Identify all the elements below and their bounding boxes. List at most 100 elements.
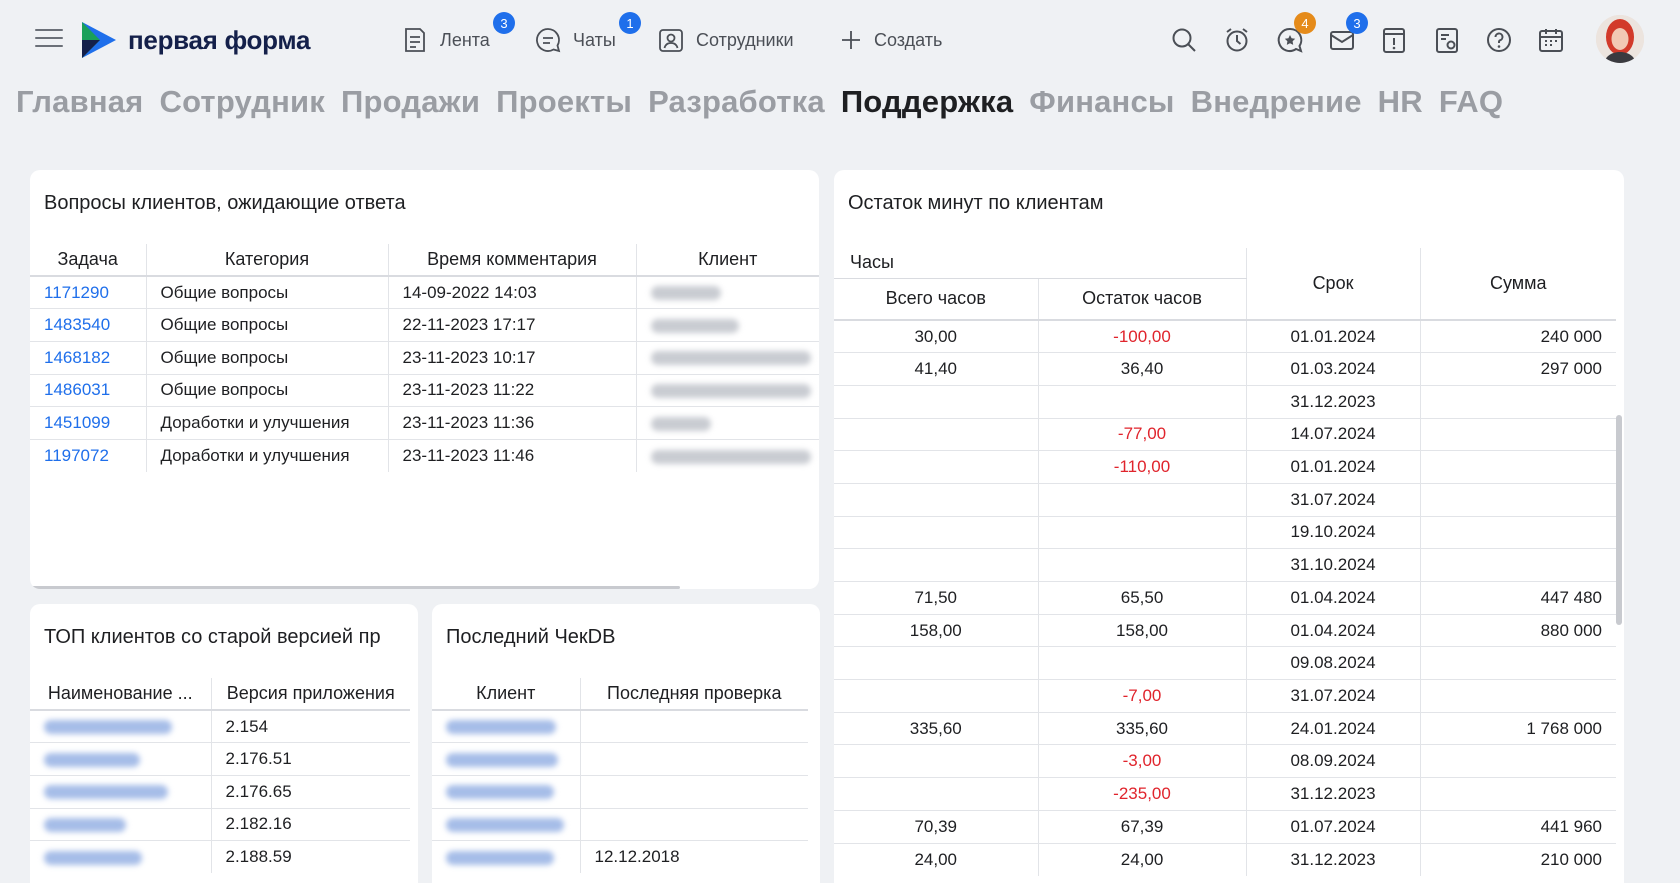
table-row[interactable]: -235,00 31.12.2023 xyxy=(834,777,1617,811)
table-row[interactable]: 2.188.59 xyxy=(30,840,410,874)
redacted-client-name[interactable] xyxy=(44,785,168,800)
task-link[interactable]: 1171290 xyxy=(30,275,147,309)
table-row[interactable]: 31.10.2024 xyxy=(834,548,1617,582)
table-row[interactable]: 2.176.51 xyxy=(30,742,410,776)
notifications-button[interactable]: 3 xyxy=(1324,12,1368,58)
col-total-hours[interactable]: Всего часов xyxy=(834,278,1039,320)
table-row[interactable]: 2.182.16 xyxy=(30,807,410,841)
table-row[interactable]: 2.176.65 xyxy=(30,774,410,809)
col-due[interactable]: Срок xyxy=(1246,248,1421,320)
table-row[interactable] xyxy=(432,807,808,841)
task-link[interactable]: 1486031 xyxy=(30,373,147,407)
col-category[interactable]: Категория xyxy=(146,244,389,276)
redacted-client-name[interactable] xyxy=(446,752,558,767)
table-row[interactable]: 1468182 Общие вопросы 23-11-2023 10:17 xyxy=(30,340,819,375)
table-row[interactable]: 41,40 36,40 01.03.2024 297 000 xyxy=(834,352,1617,386)
table-row[interactable]: 30,00 -100,00 01.01.2024 240 000 xyxy=(834,319,1617,353)
table-row[interactable]: 1486031 Общие вопросы 23-11-2023 11:22 xyxy=(30,373,819,407)
horizontal-scrollbar[interactable] xyxy=(30,586,680,589)
help-button[interactable] xyxy=(1481,22,1517,58)
table-row[interactable]: -3,00 08.09.2024 xyxy=(834,744,1617,778)
task-id[interactable]: 1468182 xyxy=(44,348,110,367)
nav-feed[interactable]: Лента 3 xyxy=(400,12,515,58)
table-row[interactable] xyxy=(432,774,808,809)
favorites-button[interactable]: 4 xyxy=(1272,12,1316,58)
table-row[interactable]: 335,60 335,60 24.01.2024 1 768 000 xyxy=(834,711,1617,745)
task-id[interactable]: 1197072 xyxy=(44,446,109,465)
table-row[interactable]: 71,50 65,50 01.04.2024 447 480 xyxy=(834,581,1617,615)
table-row[interactable]: 158,00 158,00 01.04.2024 880 000 xyxy=(834,613,1617,647)
avatar[interactable] xyxy=(1596,15,1644,63)
col-sum[interactable]: Сумма xyxy=(1420,248,1616,320)
tab-development[interactable]: Разработка xyxy=(648,84,825,132)
task-id[interactable]: 1171290 xyxy=(44,283,109,302)
tab-faq[interactable]: FAQ xyxy=(1439,84,1503,132)
tab-support[interactable]: Поддержка xyxy=(841,84,1013,132)
table-row[interactable]: -7,00 31.07.2024 xyxy=(834,679,1617,713)
task-link[interactable]: 1483540 xyxy=(30,308,147,342)
nav-chats[interactable]: Чаты 1 xyxy=(533,12,641,58)
tab-employee[interactable]: Сотрудник xyxy=(159,84,325,132)
table-row[interactable]: 70,39 67,39 01.07.2024 441 960 xyxy=(834,809,1617,843)
redacted-client-name[interactable] xyxy=(446,850,554,865)
table-row[interactable]: 1483540 Общие вопросы 22-11-2023 17:17 xyxy=(30,308,819,342)
redacted-client-name[interactable] xyxy=(446,817,564,832)
category-cell: Общие вопросы xyxy=(146,373,389,407)
task-link[interactable]: 1451099 xyxy=(30,406,147,440)
table-row[interactable]: 1171290 Общие вопросы 14-09-2022 14:03 xyxy=(30,275,819,309)
task-id[interactable]: 1483540 xyxy=(44,315,110,334)
table-row[interactable]: 12.12.2018 xyxy=(432,840,808,874)
redacted-client-name[interactable] xyxy=(446,720,556,735)
table-row[interactable]: 1197072 Доработки и улучшения 23-11-2023 1… xyxy=(30,438,819,473)
nav-employees[interactable]: Сотрудники xyxy=(656,22,794,58)
tab-finance[interactable]: Финансы xyxy=(1029,84,1174,132)
menu-icon[interactable] xyxy=(35,27,63,49)
nav-create[interactable]: Создать xyxy=(838,22,942,58)
logo[interactable]: первая форма xyxy=(80,18,310,62)
tab-sales[interactable]: Продажи xyxy=(341,84,480,132)
total-hours-cell: 30,00 xyxy=(834,319,1039,353)
task-link[interactable]: 1197072 xyxy=(30,438,147,473)
tab-main[interactable]: Главная xyxy=(16,84,143,132)
task-id[interactable]: 1451099 xyxy=(44,413,110,432)
reminders-button[interactable] xyxy=(1219,22,1255,58)
col-comment-time[interactable]: Время комментария xyxy=(388,244,637,276)
tab-hr[interactable]: HR xyxy=(1378,84,1423,132)
feed-badge: 3 xyxy=(493,12,515,34)
table-row[interactable]: 19.10.2024 xyxy=(834,515,1617,549)
tab-projects[interactable]: Проекты xyxy=(496,84,632,132)
task-link[interactable]: 1468182 xyxy=(30,340,147,375)
remaining-hours-cell xyxy=(1038,515,1247,549)
redacted-client-name[interactable] xyxy=(44,850,142,865)
table-row[interactable]: 09.08.2024 xyxy=(834,646,1617,680)
col-checkdb-client[interactable]: Клиент xyxy=(432,678,581,710)
calendar-button[interactable] xyxy=(1533,22,1569,58)
remaining-hours-cell: 24,00 xyxy=(1038,842,1247,876)
col-name[interactable]: Наименование ... xyxy=(30,678,212,710)
table-row[interactable]: -77,00 14.07.2024 xyxy=(834,417,1617,451)
table-row[interactable]: 2.154 xyxy=(30,709,410,743)
col-last-check[interactable]: Последняя проверка xyxy=(580,678,808,710)
table-row[interactable] xyxy=(432,742,808,776)
table-row[interactable]: -110,00 01.01.2024 xyxy=(834,450,1617,484)
redacted-client-name[interactable] xyxy=(44,752,140,767)
col-remaining-hours[interactable]: Остаток часов xyxy=(1038,278,1247,320)
redacted-client-name[interactable] xyxy=(44,720,172,735)
tab-implementation[interactable]: Внедрение xyxy=(1191,84,1362,132)
table-row[interactable] xyxy=(432,709,808,743)
checkdb-table: Клиент Последняя проверка 12.12.2018 xyxy=(432,678,808,874)
important-button[interactable] xyxy=(1376,22,1412,58)
settings-document-button[interactable] xyxy=(1429,22,1465,58)
redacted-client-name[interactable] xyxy=(446,785,554,800)
table-row[interactable]: 31.07.2024 xyxy=(834,482,1617,517)
col-task[interactable]: Задача xyxy=(30,244,147,276)
vertical-scrollbar[interactable] xyxy=(1616,415,1622,625)
table-row[interactable]: 24,00 24,00 31.12.2023 210 000 xyxy=(834,842,1617,876)
col-app-version[interactable]: Версия приложения xyxy=(211,678,410,710)
task-id[interactable]: 1486031 xyxy=(44,380,110,399)
search-button[interactable] xyxy=(1166,22,1202,58)
table-row[interactable]: 1451099 Доработки и улучшения 23-11-2023 1… xyxy=(30,406,819,440)
col-client[interactable]: Клиент xyxy=(636,244,819,276)
redacted-client-name[interactable] xyxy=(44,817,126,832)
table-row[interactable]: 31.12.2023 xyxy=(834,384,1617,419)
